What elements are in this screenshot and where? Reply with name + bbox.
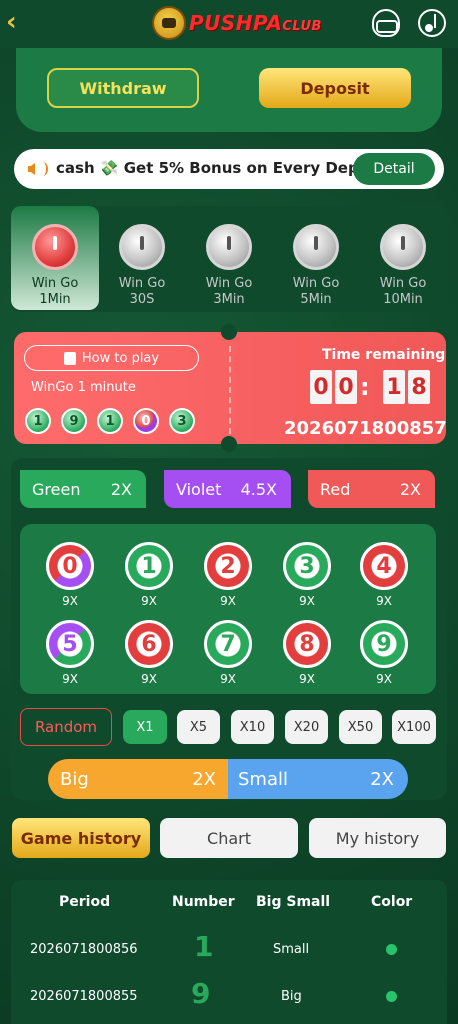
current-period: 2026071800857 bbox=[284, 418, 447, 439]
game-tab-label: Win Go bbox=[379, 276, 427, 291]
bet-violet-button[interactable]: Violet 4.5X bbox=[164, 470, 291, 508]
bet-small-button[interactable]: Small 2X bbox=[228, 759, 408, 799]
number-multiplier: 9X bbox=[62, 594, 78, 608]
number-ball-9[interactable]: 9 bbox=[360, 620, 408, 668]
game-tab-sub: 3Min bbox=[213, 292, 245, 307]
clock-icon bbox=[293, 224, 339, 270]
recent-result-ball: 3 bbox=[169, 408, 195, 434]
game-tab-sub: 5Min bbox=[300, 292, 332, 307]
bet-big-button[interactable]: Big 2X bbox=[48, 759, 228, 799]
deposit-button[interactable]: Deposit bbox=[259, 68, 411, 108]
game-tab-sub: 1Min bbox=[39, 292, 71, 307]
col-header-period: Period bbox=[59, 894, 111, 910]
game-tab-label: Win Go bbox=[118, 276, 166, 291]
multiplier-x5-button[interactable]: X5 bbox=[177, 710, 220, 744]
clock-icon bbox=[119, 224, 165, 270]
game-tab-wingo-3min[interactable]: Win Go 3Min bbox=[185, 206, 273, 310]
number-ball-2[interactable]: 2 bbox=[204, 542, 252, 590]
number-ball-0[interactable]: 0 bbox=[46, 542, 94, 590]
number-ball-3[interactable]: 3 bbox=[283, 542, 331, 590]
speaker-icon bbox=[28, 159, 50, 179]
row-color-dot bbox=[386, 944, 397, 955]
document-icon bbox=[63, 351, 76, 365]
multiplier-x1-button[interactable]: X1 bbox=[123, 710, 167, 744]
timer-digit: 1 bbox=[383, 370, 405, 404]
detail-button[interactable]: Detail bbox=[353, 153, 435, 185]
recent-result-ball: 9 bbox=[61, 408, 87, 434]
row-period: 2026071800856 bbox=[30, 942, 138, 957]
multiplier-x100-button[interactable]: X100 bbox=[392, 710, 436, 744]
timer-digit: 8 bbox=[408, 370, 430, 404]
timer-colon: : bbox=[360, 373, 370, 401]
random-button[interactable]: Random bbox=[20, 708, 112, 746]
number-multiplier: 9X bbox=[220, 672, 236, 686]
back-chevron-icon[interactable]: ‹ bbox=[6, 9, 30, 36]
time-remaining-label: Time remaining bbox=[322, 347, 446, 363]
game-tab-wingo-10min[interactable]: Win Go 10Min bbox=[359, 206, 447, 310]
withdraw-button[interactable]: Withdraw bbox=[47, 68, 199, 108]
number-multiplier: 9X bbox=[376, 672, 392, 686]
number-ball-1[interactable]: 1 bbox=[125, 542, 173, 590]
clock-icon bbox=[32, 224, 78, 270]
top-bar: ‹ PUSHPACLUB bbox=[0, 0, 458, 48]
recent-result-ball: 1 bbox=[97, 408, 123, 434]
bet-green-button[interactable]: Green 2X bbox=[20, 470, 146, 508]
row-big-small: Big bbox=[281, 989, 302, 1004]
row-big-small: Small bbox=[273, 942, 310, 957]
number-ball-7[interactable]: 7 bbox=[204, 620, 252, 668]
multiplier-x50-button[interactable]: X50 bbox=[339, 710, 382, 744]
game-tab-wingo-5min[interactable]: Win Go 5Min bbox=[272, 206, 360, 310]
row-period: 2026071800855 bbox=[30, 989, 138, 1004]
game-tab-label: Win Go bbox=[31, 276, 79, 291]
row-number: 9 bbox=[191, 977, 211, 1010]
tab-game-history[interactable]: Game history bbox=[12, 818, 150, 858]
how-to-play-button[interactable]: How to play bbox=[24, 345, 199, 371]
row-color-dot bbox=[386, 991, 397, 1002]
number-multiplier: 9X bbox=[62, 672, 78, 686]
col-header-color: Color bbox=[371, 894, 413, 910]
logo-avatar-icon bbox=[152, 6, 186, 40]
logo-text: PUSHPACLUB bbox=[189, 11, 322, 35]
music-icon[interactable] bbox=[418, 9, 446, 37]
col-header-big-small: Big Small bbox=[256, 894, 331, 910]
col-header-number: Number bbox=[172, 894, 235, 910]
game-tab-sub: 10Min bbox=[383, 292, 423, 307]
number-ball-6[interactable]: 6 bbox=[125, 620, 173, 668]
multiplier-x20-button[interactable]: X20 bbox=[285, 710, 328, 744]
multiplier-x10-button[interactable]: X10 bbox=[231, 710, 274, 744]
game-tab-wingo-1min[interactable]: Win Go 1Min bbox=[11, 206, 99, 310]
big-small-bar: Big 2X Small 2X bbox=[48, 759, 408, 799]
tab-my-history[interactable]: My history bbox=[309, 818, 446, 858]
tab-chart[interactable]: Chart bbox=[160, 818, 298, 858]
number-ball-5[interactable]: 5 bbox=[46, 620, 94, 668]
clock-icon bbox=[380, 224, 426, 270]
number-multiplier: 9X bbox=[141, 594, 157, 608]
bet-red-button[interactable]: Red 2X bbox=[308, 470, 435, 508]
recent-result-ball: 1 bbox=[25, 408, 51, 434]
game-tab-label: Win Go bbox=[292, 276, 340, 291]
game-tab-wingo-30s[interactable]: Win Go 30S bbox=[98, 206, 186, 310]
game-tab-sub: 30S bbox=[129, 292, 155, 307]
game-name: WinGo 1 minute bbox=[31, 380, 136, 395]
recent-result-ball: 0 bbox=[133, 408, 159, 434]
clock-icon bbox=[206, 224, 252, 270]
number-multiplier: 9X bbox=[299, 672, 315, 686]
game-tab-label: Win Go bbox=[205, 276, 253, 291]
number-ball-4[interactable]: 4 bbox=[360, 542, 408, 590]
timer-digit: 0 bbox=[335, 370, 357, 404]
timer-digit: 0 bbox=[310, 370, 332, 404]
headset-icon[interactable] bbox=[372, 9, 400, 37]
number-multiplier: 9X bbox=[299, 594, 315, 608]
number-multiplier: 9X bbox=[141, 672, 157, 686]
app-logo: PUSHPACLUB bbox=[152, 6, 322, 40]
number-multiplier: 9X bbox=[220, 594, 236, 608]
number-multiplier: 9X bbox=[376, 594, 392, 608]
number-ball-8[interactable]: 8 bbox=[283, 620, 331, 668]
row-number: 1 bbox=[194, 930, 214, 963]
notice-text: cash 💸 Get 5% Bonus on Every Deposit bbox=[56, 159, 364, 177]
